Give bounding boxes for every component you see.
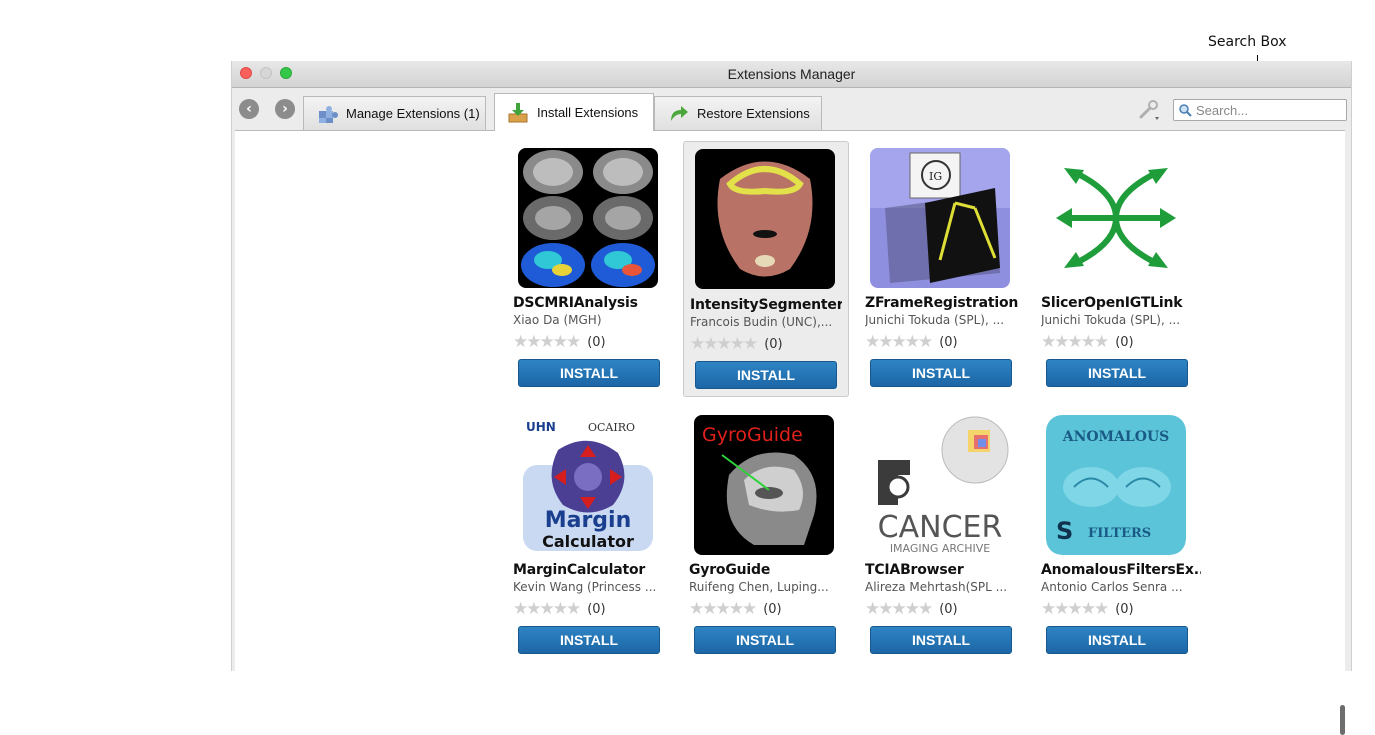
extension-card[interactable]: UHN OCAIRO Margin Calculator MarginCalcu… (513, 410, 673, 662)
tab-label: Install Extensions (537, 105, 639, 120)
svg-text:S: S (1056, 517, 1073, 545)
star-rating-icon: ★★★★★ (865, 332, 933, 352)
rating-count: (0) (587, 601, 606, 617)
extension-author: Antonio Carlos Senra ... (1041, 580, 1183, 594)
puzzle-icon (316, 103, 338, 125)
rating-count: (0) (1115, 601, 1134, 617)
wrench-icon[interactable] (1138, 98, 1160, 120)
rating: ★★★★★ (0) (689, 599, 782, 619)
extensions-manager-window: Extensions Manager ‹ › Manage Extensions… (231, 61, 1352, 735)
extension-card[interactable]: ANOMALOUS S FILTERS AnomalousFiltersEx..… (1041, 410, 1201, 662)
star-rating-icon: ★★★★★ (513, 599, 581, 619)
extension-card[interactable]: DSCMRIAnalysis Xiao Da (MGH) ★★★★★ (0) I… (513, 143, 673, 395)
extension-name: SlicerOpenIGTLink (1041, 295, 1183, 311)
extension-name: ZFrameRegistration (865, 295, 1019, 311)
ct-slice-image (695, 149, 835, 289)
rating: ★★★★★ (0) (513, 332, 606, 352)
search-box-annotation-label: Search Box (1208, 34, 1287, 50)
margin-calculator-logo: UHN OCAIRO Margin Calculator (518, 415, 658, 555)
logo-text: ANOMALOUS (1062, 429, 1170, 445)
extension-author: Kevin Wang (Princess ... (513, 580, 657, 594)
rating: ★★★★★ (0) (1041, 332, 1134, 352)
install-button[interactable]: INSTALL (1046, 359, 1188, 387)
tab-label: Manage Extensions (1) (346, 106, 480, 121)
gyroguide-mri-image: GyroGuide (694, 415, 834, 555)
zframe-image: IG (870, 148, 1010, 288)
extension-card[interactable]: GyroGuide GyroGuide Ruifeng Chen, Luping… (689, 410, 849, 662)
rating-count: (0) (939, 601, 958, 617)
extension-name: MarginCalculator (513, 562, 646, 578)
logo-text: Calculator (542, 532, 634, 551)
brain-perfusion-image (518, 148, 658, 288)
back-arrow-icon[interactable]: ‹ (239, 99, 259, 119)
extension-name: IntensitySegmenter (690, 297, 842, 313)
green-arrows-icon (1046, 148, 1186, 288)
star-rating-icon: ★★★★★ (690, 334, 758, 354)
vertical-scrollbar[interactable] (1340, 705, 1345, 735)
install-button[interactable]: INSTALL (870, 359, 1012, 387)
rating: ★★★★★ (0) (513, 599, 606, 619)
extension-name: GyroGuide (689, 562, 771, 578)
download-box-icon (507, 102, 529, 124)
title-bar: Extensions Manager (232, 61, 1351, 88)
extension-author: Xiao Da (MGH) (513, 313, 602, 327)
star-rating-icon: ★★★★★ (513, 332, 581, 352)
tcia-logo: CANCER IMAGING ARCHIVE (870, 415, 1010, 555)
search-input[interactable] (1196, 102, 1336, 118)
search-field[interactable] (1173, 99, 1347, 121)
install-button[interactable]: INSTALL (870, 626, 1012, 654)
rating-count: (0) (764, 336, 783, 352)
star-rating-icon: ★★★★★ (689, 599, 757, 619)
rating: ★★★★★ (0) (690, 334, 783, 354)
extension-card[interactable]: IG ZFrameRegistration Junichi Tokuda (SP… (865, 143, 1025, 395)
rating-count: (0) (1115, 334, 1134, 350)
install-button[interactable]: INSTALL (518, 359, 660, 387)
extension-name: TCIABrowser (865, 562, 964, 578)
search-icon (1178, 103, 1192, 117)
logo-text: CANCER (878, 510, 1003, 545)
install-button[interactable]: INSTALL (694, 626, 836, 654)
extension-name: AnomalousFiltersEx... (1041, 562, 1201, 578)
svg-text:IG: IG (929, 170, 942, 183)
tab-manage-extensions[interactable]: Manage Extensions (1) (303, 96, 486, 130)
restore-arrow-icon (667, 103, 689, 125)
extension-card[interactable]: CANCER IMAGING ARCHIVE TCIABrowser Alire… (865, 410, 1025, 662)
logo-text: GyroGuide (702, 424, 803, 446)
extension-author: Ruifeng Chen, Luping... (689, 580, 829, 594)
extension-author: Junichi Tokuda (SPL), ... (865, 313, 1005, 327)
tab-label: Restore Extensions (697, 106, 810, 121)
window-title: Extensions Manager (727, 66, 856, 82)
toolbar: ‹ › Manage Extensions (1) Install Extens… (232, 88, 1351, 131)
tab-restore-extensions[interactable]: Restore Extensions (654, 96, 822, 130)
rating-count: (0) (939, 334, 958, 350)
install-button[interactable]: INSTALL (1046, 626, 1188, 654)
install-button[interactable]: INSTALL (518, 626, 660, 654)
extension-author: Alireza Mehrtash(SPL ... (865, 580, 1008, 594)
tab-install-extensions[interactable]: Install Extensions (494, 93, 654, 131)
forward-arrow-icon[interactable]: › (275, 99, 295, 119)
rating: ★★★★★ (0) (865, 332, 958, 352)
anomalous-filters-logo: ANOMALOUS S FILTERS (1046, 415, 1186, 555)
logo-text: Margin (545, 508, 632, 533)
extension-card[interactable]: SlicerOpenIGTLink Junichi Tokuda (SPL), … (1041, 143, 1201, 395)
rating-count: (0) (587, 334, 606, 350)
rating: ★★★★★ (0) (1041, 599, 1134, 619)
extension-card[interactable]: IntensitySegmenter Francois Budin (UNC),… (683, 141, 849, 397)
logo-text: IMAGING ARCHIVE (890, 542, 990, 555)
star-rating-icon: ★★★★★ (865, 599, 933, 619)
star-rating-icon: ★★★★★ (1041, 332, 1109, 352)
svg-text:OCAIRO: OCAIRO (588, 421, 635, 434)
svg-text:UHN: UHN (526, 420, 556, 434)
extension-author: Junichi Tokuda (SPL), ... (1041, 313, 1181, 327)
star-rating-icon: ★★★★★ (1041, 599, 1109, 619)
rating: ★★★★★ (0) (865, 599, 958, 619)
extension-author: Francois Budin (UNC),... (690, 315, 833, 329)
rating-count: (0) (763, 601, 782, 617)
extension-name: DSCMRIAnalysis (513, 295, 638, 311)
extensions-catalog: DSCMRIAnalysis Xiao Da (MGH) ★★★★★ (0) I… (235, 130, 1345, 735)
logo-text: FILTERS (1088, 526, 1151, 541)
install-button[interactable]: INSTALL (695, 361, 837, 389)
